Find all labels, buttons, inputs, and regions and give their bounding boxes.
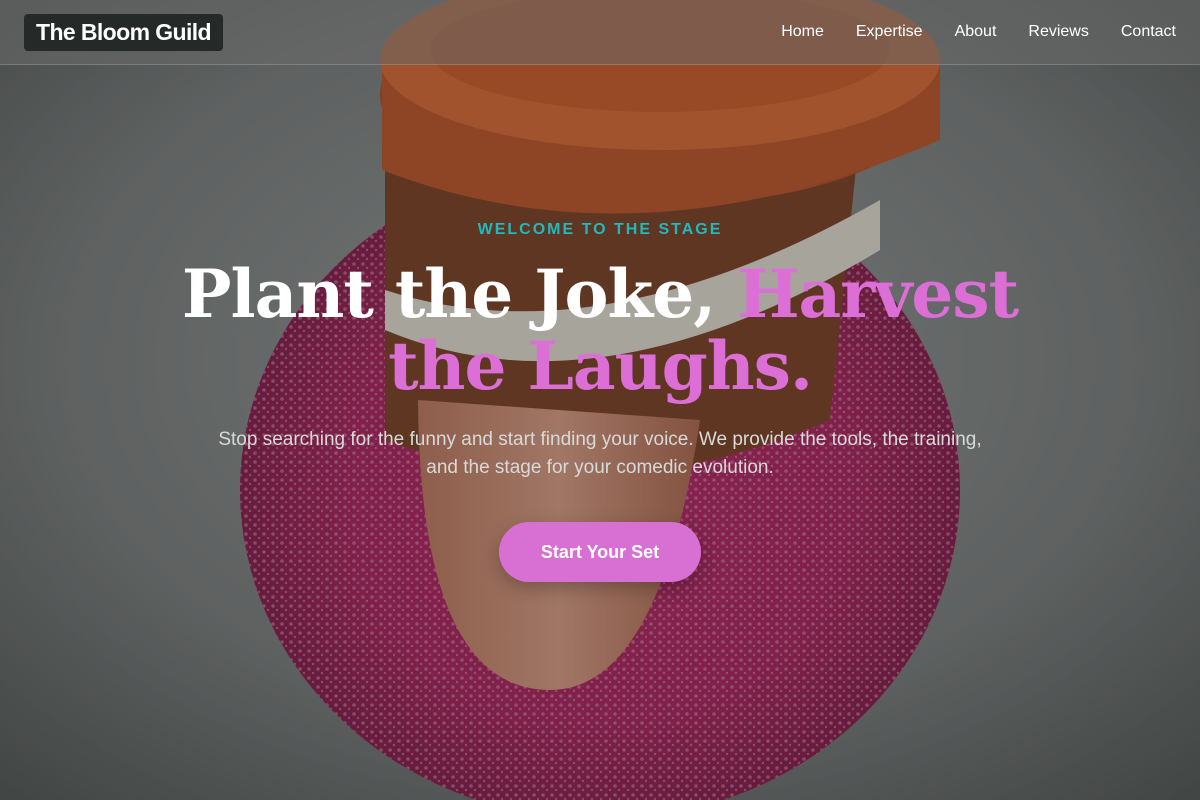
hero-subtext: Stop searching for the funny and start f… (218, 429, 982, 478)
hero-section: WELCOME TO THE STAGE Plant the Joke, Har… (0, 0, 1200, 800)
hero-eyebrow: WELCOME TO THE STAGE (477, 221, 723, 238)
hero-headline-plain: Plant the Joke, (181, 255, 738, 333)
start-your-set-button[interactable]: Start Your Set (499, 522, 701, 582)
hero-headline: Plant the Joke, Harvest the Laughs. (150, 258, 1050, 402)
